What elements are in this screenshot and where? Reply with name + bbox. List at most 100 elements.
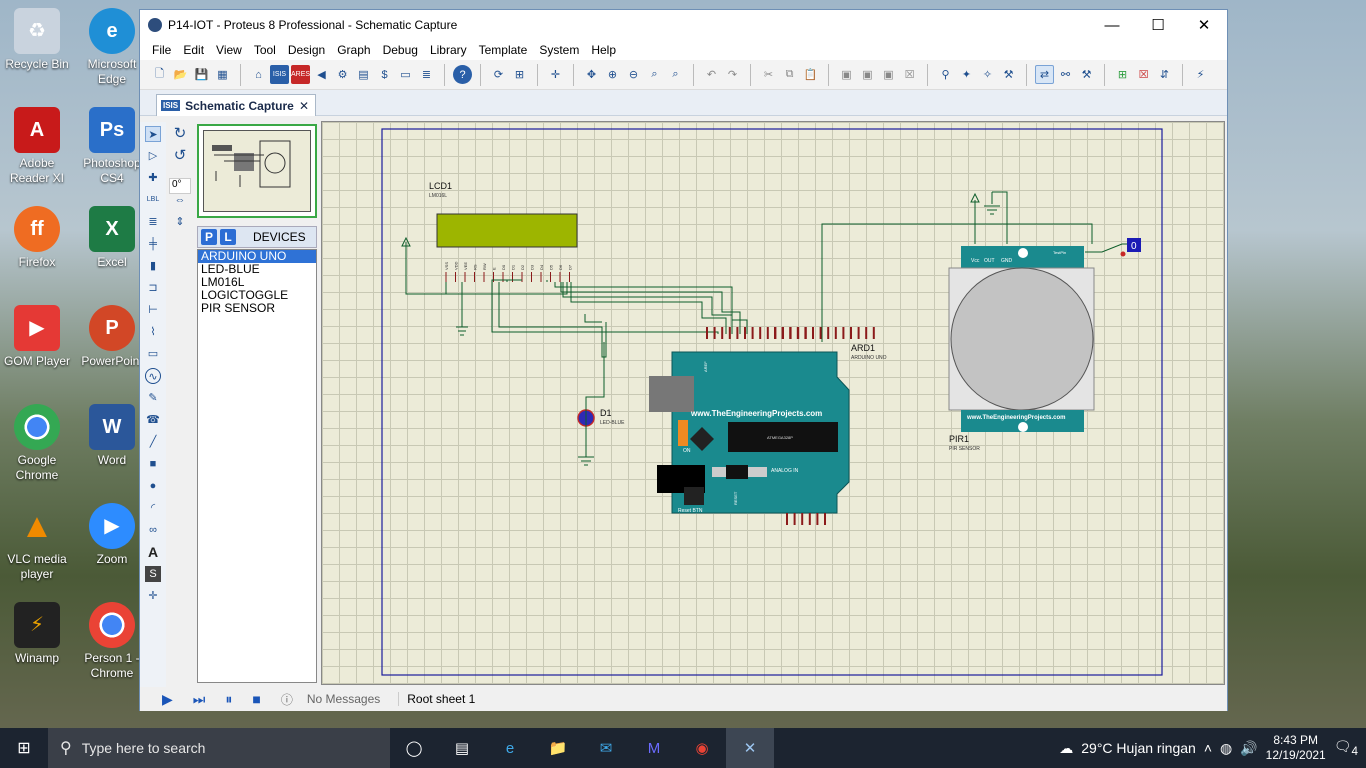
- network-icon[interactable]: ◍: [1220, 740, 1232, 757]
- selection-mode-icon[interactable]: ➤: [145, 126, 161, 142]
- circle-icon[interactable]: ●: [145, 478, 161, 494]
- desktop-icon-google-chrome[interactable]: Google Chrome: [1, 404, 73, 483]
- file-explorer-icon[interactable]: 📁: [534, 728, 582, 768]
- mirror-horizontal-icon[interactable]: ⇔: [172, 192, 188, 208]
- desktop-icon-zoom[interactable]: ▶ Zoom: [76, 503, 148, 567]
- origin-icon[interactable]: ✛: [546, 65, 565, 84]
- arc-icon[interactable]: ◜: [145, 500, 161, 516]
- voltage-probe-icon[interactable]: ✎: [145, 390, 161, 406]
- help-icon[interactable]: ?: [453, 65, 472, 84]
- delete-sheet-icon[interactable]: ☒: [1134, 65, 1153, 84]
- desktop-icon-edge[interactable]: e Microsoft Edge: [76, 8, 148, 87]
- menu-debug[interactable]: Debug: [377, 43, 424, 57]
- schematic-canvas[interactable]: LCD1 LM016L VSS VDD VEE RS RW E D0 D1 D2 D3 D4 D5 D6…: [321, 121, 1225, 685]
- component-mode-icon[interactable]: ▷: [145, 148, 161, 164]
- library-manager-button[interactable]: L: [220, 229, 236, 245]
- stop-icon[interactable]: ■: [252, 691, 260, 707]
- paste-icon[interactable]: 📋: [801, 65, 820, 84]
- menu-view[interactable]: View: [210, 43, 248, 57]
- redo-icon[interactable]: ↷: [723, 65, 742, 84]
- copy-icon[interactable]: ⧉: [780, 65, 799, 84]
- zoom-all-icon[interactable]: ⌕: [645, 65, 664, 84]
- tape-recorder-icon[interactable]: ▭: [145, 346, 161, 362]
- cut-icon[interactable]: ✂: [759, 65, 778, 84]
- desktop-icon-excel[interactable]: X Excel: [76, 206, 148, 270]
- reset-button[interactable]: [684, 487, 704, 505]
- wire-autorouter-icon[interactable]: ⇄: [1035, 65, 1054, 84]
- text-icon[interactable]: A: [145, 544, 161, 560]
- terminals-icon[interactable]: ⊐: [145, 280, 161, 296]
- menu-system[interactable]: System: [533, 43, 585, 57]
- zoom-in-icon[interactable]: ⊕: [603, 65, 622, 84]
- wire-label-icon[interactable]: LBL: [145, 192, 161, 208]
- messages-status[interactable]: No Messages: [307, 692, 380, 706]
- pan-icon[interactable]: ✥: [582, 65, 601, 84]
- path-icon[interactable]: ∞: [145, 522, 161, 538]
- block-copy-icon[interactable]: ▣: [837, 65, 856, 84]
- title-bar[interactable]: P14-IOT - Proteus 8 Professional - Schem…: [140, 10, 1227, 40]
- buses-icon[interactable]: ╪: [145, 236, 161, 252]
- new-sheet-icon[interactable]: ⊞: [1113, 65, 1132, 84]
- logic-toggle-component[interactable]: 0: [1120, 238, 1142, 257]
- import-icon[interactable]: ▦: [213, 65, 232, 84]
- text-script-icon[interactable]: ≣: [145, 214, 161, 230]
- weather-text[interactable]: 29°C Hujan ringan: [1081, 740, 1196, 756]
- desktop-icon-gom-player[interactable]: ▶ GOM Player: [1, 305, 73, 369]
- home-icon[interactable]: ⌂: [249, 65, 268, 84]
- rotate-clockwise-icon[interactable]: ↻: [172, 126, 188, 142]
- gerber-icon[interactable]: ⚙: [333, 65, 352, 84]
- notes-icon[interactable]: ≣: [417, 65, 436, 84]
- desktop-icon-word[interactable]: W Word: [76, 404, 148, 468]
- notifications-icon[interactable]: 🗨4: [1334, 738, 1358, 758]
- chrome-taskbar-icon[interactable]: ◉: [678, 728, 726, 768]
- lcd-component[interactable]: LCD1 LM016L VSS VDD VEE RS RW E D0 D1 D2 D3 D4 D5 D6…: [429, 181, 578, 282]
- isis-icon[interactable]: ISIS: [270, 65, 289, 84]
- graph-icon[interactable]: ⌇: [145, 324, 161, 340]
- virtual-instruments-icon[interactable]: ☎: [145, 412, 161, 428]
- bom-icon[interactable]: ▤: [354, 65, 373, 84]
- ares-icon[interactable]: ARES: [291, 65, 310, 84]
- pick-devices-button[interactable]: P: [201, 229, 217, 245]
- generator-icon[interactable]: ∿: [145, 368, 161, 384]
- code-icon[interactable]: ▭: [396, 65, 415, 84]
- task-view-icon[interactable]: ▤: [438, 728, 486, 768]
- packaging-icon[interactable]: ✧: [978, 65, 997, 84]
- edge-taskbar-icon[interactable]: e: [486, 728, 534, 768]
- make-device-icon[interactable]: ✦: [957, 65, 976, 84]
- box-icon[interactable]: ■: [145, 456, 161, 472]
- menu-edit[interactable]: Edit: [177, 43, 210, 57]
- volume-icon[interactable]: 🔊: [1240, 740, 1257, 757]
- search-tag-icon[interactable]: ⚯: [1056, 65, 1075, 84]
- menu-library[interactable]: Library: [424, 43, 473, 57]
- maximize-icon[interactable]: ☐: [1135, 10, 1181, 40]
- new-file-icon[interactable]: 🗋: [150, 65, 169, 84]
- tab-schematic-capture[interactable]: ISIS Schematic Capture ✕: [156, 94, 316, 116]
- cortana-icon[interactable]: ◯: [390, 728, 438, 768]
- desktop-icon-person-chrome[interactable]: Person 1 - Chrome: [76, 602, 148, 681]
- zoom-area-icon[interactable]: ⌕: [666, 65, 685, 84]
- symbol-icon[interactable]: S: [145, 566, 161, 582]
- desktop-icon-adobe-reader[interactable]: A Adobe Reader XI: [1, 107, 73, 186]
- device-item-pir-sensor[interactable]: PIR SENSOR: [198, 302, 316, 315]
- device-pins-icon[interactable]: ⊢: [145, 302, 161, 318]
- menu-graph[interactable]: Graph: [331, 43, 376, 57]
- step-icon[interactable]: ⏭: [193, 691, 206, 708]
- menu-template[interactable]: Template: [473, 43, 534, 57]
- back-icon[interactable]: ◀: [312, 65, 331, 84]
- junction-dot-icon[interactable]: ✚: [145, 170, 161, 186]
- goto-sheet-icon[interactable]: ⇵: [1155, 65, 1174, 84]
- desktop-icon-recycle-bin[interactable]: ♻ Recycle Bin: [1, 8, 73, 72]
- marker-icon[interactable]: ✛: [145, 588, 161, 604]
- close-icon[interactable]: ✕: [1181, 10, 1227, 40]
- open-folder-icon[interactable]: 📂: [171, 65, 190, 84]
- block-move-icon[interactable]: ▣: [858, 65, 877, 84]
- subcircuit-icon[interactable]: ▮: [145, 258, 161, 274]
- app-taskbar-icon[interactable]: M: [630, 728, 678, 768]
- desktop-icon-vlc[interactable]: ▲ VLC media player: [1, 503, 73, 582]
- property-tool-icon[interactable]: ⚒: [1077, 65, 1096, 84]
- desktop-icon-winamp[interactable]: ⚡ Winamp: [1, 602, 73, 666]
- pir-sensor-component[interactable]: Vcc OUT GND TestPin www.TheEngineeringPr…: [948, 246, 1095, 452]
- led-blue-component[interactable]: D1 LED-BLUE: [577, 407, 625, 452]
- weather-icon[interactable]: ☁: [1059, 740, 1073, 757]
- windows-start-icon[interactable]: ⊞: [0, 728, 48, 768]
